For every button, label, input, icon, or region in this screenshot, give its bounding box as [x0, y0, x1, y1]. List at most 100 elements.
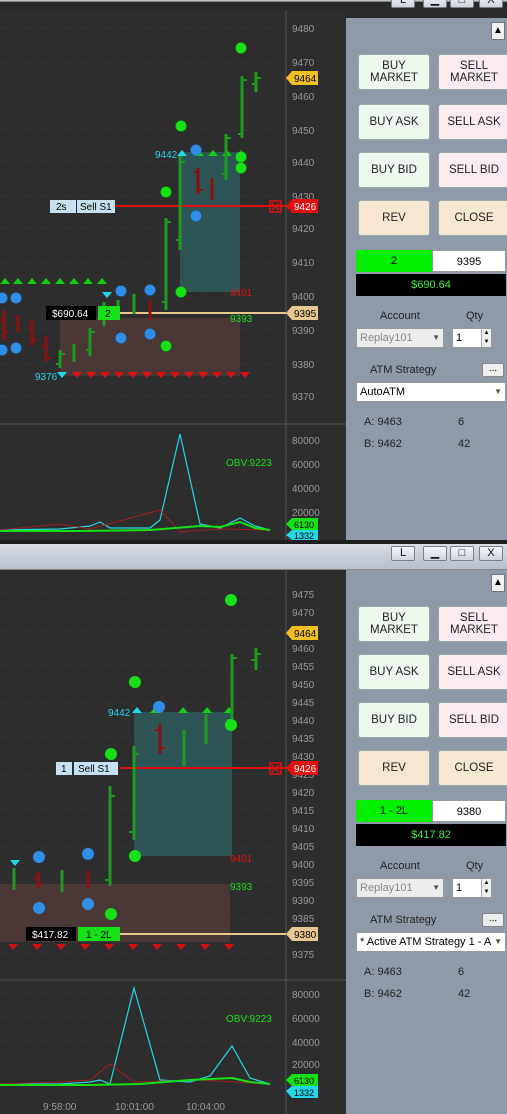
high-label: 9442 [108, 708, 131, 719]
stop-price-tag: 9426 [294, 764, 317, 775]
atm-b-value: 42 [458, 438, 471, 450]
chart-canvas[interactable]: 9480 9470 9460 9450 9440 9430 9420 9410 … [0, 10, 346, 540]
position-price-tag: 9380 [294, 930, 317, 941]
price-axis-label: 9415 [292, 806, 315, 817]
atm-a-value: 6 [458, 966, 465, 978]
minimize-icon[interactable]: ▁ [423, 0, 447, 8]
atm-settings-button[interactable]: ... [482, 913, 504, 927]
buy-ask-button[interactable]: BUY ASK [358, 104, 430, 140]
restore-button[interactable]: L [391, 0, 415, 8]
close-position-button[interactable]: CLOSE [438, 750, 507, 786]
scroll-up-icon[interactable]: ▲ [491, 574, 505, 592]
chart-window-bottom: L ▁ □ X 9475 9470 9460 9455 9450 9445 94… [0, 544, 507, 1114]
buy-market-button[interactable]: BUY MARKET [358, 54, 430, 90]
price-axis-label: 9400 [292, 860, 315, 871]
obv-label: OBV:9223 [226, 1014, 272, 1025]
time-axis-label: 10:01:00 [115, 1102, 154, 1113]
quantity-stepper[interactable]: 1 ▲ ▼ [452, 328, 492, 348]
atm-settings-button[interactable]: ... [482, 363, 504, 377]
maximize-icon[interactable]: □ [450, 546, 474, 561]
order-panel-bottom: ▲ BUY MARKET SELL MARKET BUY ASK SELL AS… [346, 570, 507, 1114]
level-green-label: 9393 [230, 882, 253, 893]
chevron-down-icon: ▼ [494, 387, 502, 396]
unrealized-pnl: $690.64 [356, 274, 506, 296]
price-axis-label: 9400 [292, 292, 315, 303]
price-chart-bottom[interactable]: 9475 9470 9465 9460 9455 9450 9445 9440 … [0, 570, 346, 1114]
qty-value: 1 [456, 332, 463, 344]
indicator-axis-label: 60000 [292, 1014, 320, 1025]
price-axis-label: 9450 [292, 680, 315, 691]
qty-value: 1 [456, 882, 463, 894]
order-name-label: Sell S1 [78, 764, 110, 775]
account-value: Replay101 [360, 882, 413, 894]
scroll-up-icon[interactable]: ▲ [491, 22, 505, 40]
account-label: Account [380, 310, 420, 322]
quantity-stepper[interactable]: 1 ▲ ▼ [452, 878, 492, 898]
account-value: Replay101 [360, 332, 413, 344]
spinner-arrows-icon[interactable]: ▲ ▼ [481, 879, 491, 897]
price-axis-label: 9375 [292, 950, 315, 961]
order-qty-label: 2s [56, 202, 67, 213]
account-select[interactable]: Replay101 ▼ [356, 328, 444, 348]
indicator-axis-label: 60000 [292, 460, 320, 471]
price-axis-label: 9410 [292, 258, 315, 269]
account-label: Account [380, 860, 420, 872]
obv-tag-a: 6130 [294, 520, 314, 530]
level-red-label: 9401 [230, 854, 253, 865]
atm-strategy-label: ATM Strategy [370, 914, 437, 926]
pnl-qty-label: 2 [105, 309, 111, 320]
reverse-button[interactable]: REV [358, 750, 430, 786]
minimize-icon[interactable]: ▁ [423, 546, 447, 561]
sell-bid-button[interactable]: SELL BID [438, 702, 507, 738]
close-icon[interactable]: X [479, 0, 503, 8]
price-axis-label: 9450 [292, 126, 315, 137]
atm-strategy-select[interactable]: * Active ATM Strategy 1 - A ▼ [356, 932, 506, 952]
price-axis-label: 9460 [292, 644, 315, 655]
chart-window-top: L ▁ □ X 9480 9470 9460 9450 9440 9430 94… [0, 0, 507, 540]
price-axis-label: 9405 [292, 842, 315, 853]
atm-strategy-value: * Active ATM Strategy 1 - A [360, 936, 492, 948]
chevron-down-icon: ▼ [494, 933, 502, 951]
sell-bid-button[interactable]: SELL BID [438, 152, 507, 188]
price-axis-label: 9440 [292, 716, 315, 727]
qty-label: Qty [466, 310, 484, 322]
price-axis-label: 9475 [292, 590, 315, 601]
atm-b-value: 42 [458, 988, 471, 1000]
pnl-label: $417.82 [32, 930, 69, 941]
buy-market-button[interactable]: BUY MARKET [358, 606, 430, 642]
spinner-arrows-icon[interactable]: ▲ ▼ [481, 329, 491, 347]
atm-b-label: B: 9462 [364, 988, 402, 1000]
close-position-button[interactable]: CLOSE [438, 200, 507, 236]
last-price-tag: 9464 [294, 629, 317, 640]
sell-ask-button[interactable]: SELL ASK [438, 654, 507, 690]
loss-zone [60, 318, 240, 376]
buy-bid-button[interactable]: BUY BID [358, 152, 430, 188]
price-axis-label: 9445 [292, 698, 315, 709]
pnl-label: $690.64 [52, 309, 89, 320]
price-axis-label: 9455 [292, 662, 315, 673]
price-axis-label: 9470 [292, 608, 315, 619]
maximize-icon[interactable]: □ [450, 0, 474, 8]
reverse-button[interactable]: REV [358, 200, 430, 236]
price-axis-label: 9390 [292, 326, 315, 337]
restore-button[interactable]: L [391, 546, 415, 561]
chart-canvas[interactable]: 9475 9470 9465 9460 9455 9450 9445 9440 … [0, 570, 346, 1114]
sell-ask-button[interactable]: SELL ASK [438, 104, 507, 140]
price-axis-label: 9420 [292, 788, 315, 799]
sell-market-button[interactable]: SELL MARKET [438, 54, 507, 90]
obv-tag-b: 1332 [294, 1088, 314, 1098]
price-chart-top[interactable]: 9480 9470 9460 9450 9440 9430 9420 9410 … [0, 10, 346, 540]
unrealized-pnl: $417.82 [356, 824, 506, 846]
close-icon[interactable]: X [479, 546, 503, 561]
atm-strategy-select[interactable]: AutoATM ▼ [356, 382, 506, 402]
stop-price-tag: 9426 [294, 202, 317, 213]
buy-bid-button[interactable]: BUY BID [358, 702, 430, 738]
last-price-tag: 9464 [294, 74, 317, 85]
qty-label: Qty [466, 860, 484, 872]
position-qty: 1 - 2L [356, 800, 432, 822]
buy-ask-button[interactable]: BUY ASK [358, 654, 430, 690]
time-axis-label: 10:04:00 [186, 1102, 225, 1113]
account-select[interactable]: Replay101 ▼ [356, 878, 444, 898]
sell-market-button[interactable]: SELL MARKET [438, 606, 507, 642]
price-axis-label: 9470 [292, 58, 315, 69]
